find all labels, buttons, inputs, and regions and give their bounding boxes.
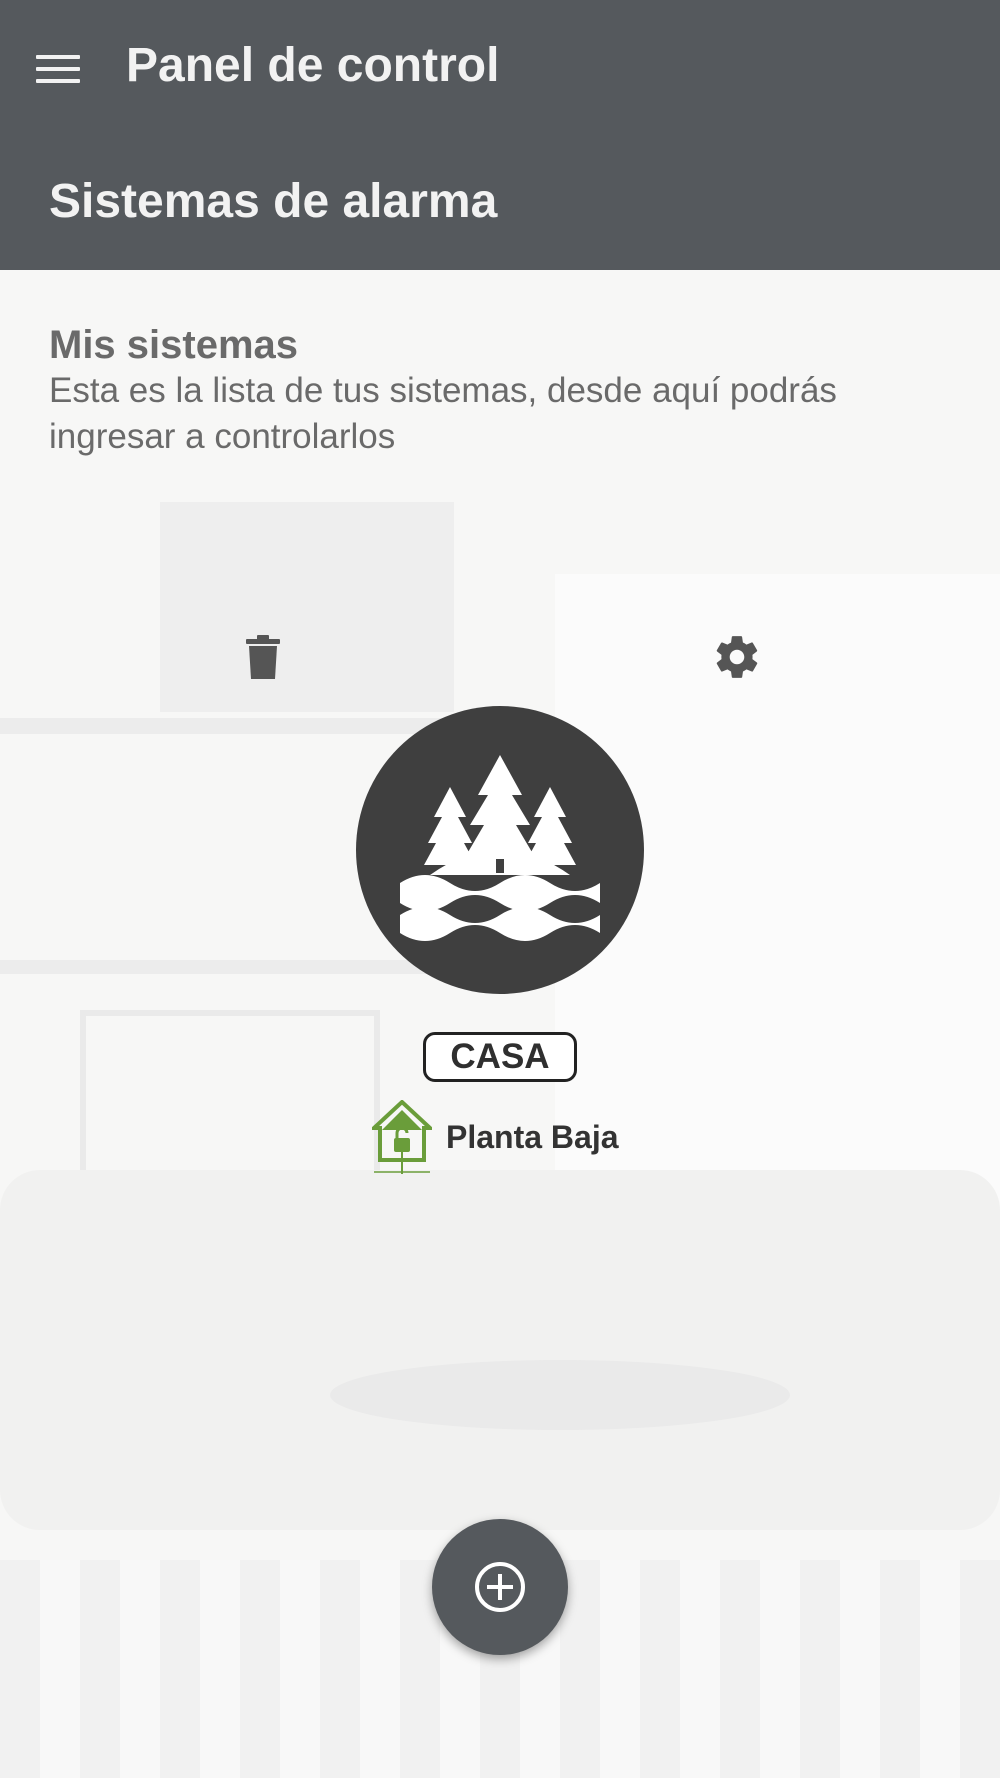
add-system-button[interactable] — [432, 1519, 568, 1655]
app-bar: Panel de control Sistemas de alarma — [0, 0, 1000, 270]
system-avatar[interactable] — [356, 706, 644, 994]
house-lock-icon — [372, 1100, 432, 1174]
background-frame — [160, 502, 454, 712]
background-table — [330, 1360, 790, 1430]
trash-icon[interactable] — [238, 630, 288, 684]
forest-lake-icon — [400, 755, 600, 941]
system-name-badge[interactable]: CASA — [423, 1032, 577, 1082]
add-circle-icon — [475, 1562, 525, 1612]
background-sofa — [0, 1170, 1000, 1530]
gear-icon[interactable] — [708, 628, 766, 686]
partition-item[interactable]: Planta Baja — [372, 1100, 619, 1174]
intro-description: Esta es la lista de tus sistemas, desde … — [49, 371, 837, 456]
section-title: Sistemas de alarma — [49, 175, 498, 228]
partition-label: Planta Baja — [446, 1118, 619, 1155]
hamburger-menu-icon[interactable] — [36, 46, 90, 92]
app-title: Panel de control — [126, 39, 500, 92]
intro-section: Mis sistemas Esta es la lista de tus sis… — [49, 322, 969, 460]
intro-heading: Mis sistemas — [49, 323, 299, 367]
